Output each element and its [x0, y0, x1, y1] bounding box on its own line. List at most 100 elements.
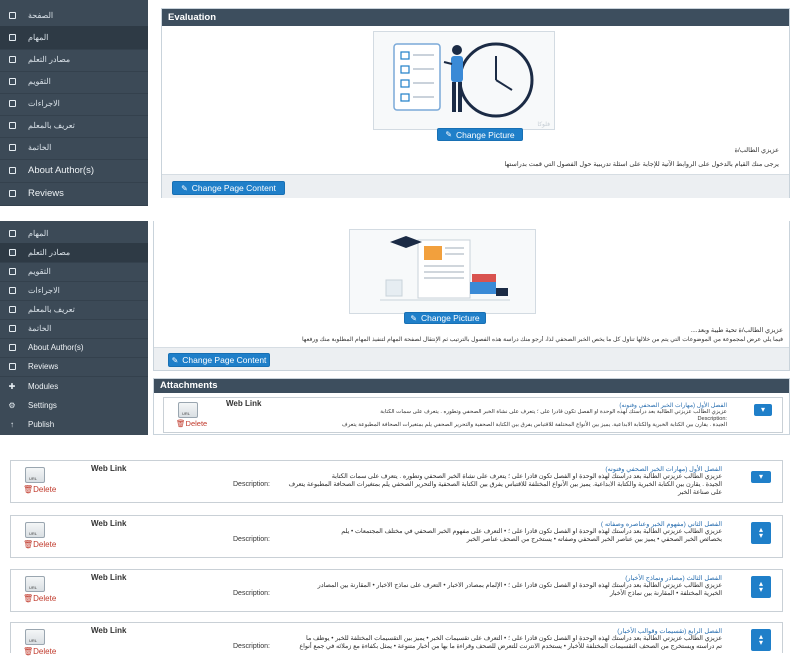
- attachment-link[interactable]: الفصل الثالث (مصادر ونماذج الأخبار): [625, 574, 722, 582]
- arrow-down-icon: ▾: [758, 585, 763, 594]
- pencil-icon: ✎: [171, 355, 179, 365]
- paragraph-text: فيما يلي عرض لمجموعة من الموضوعات التي ي…: [301, 337, 783, 343]
- trash-icon: 🗑: [176, 419, 186, 428]
- description-label: Description:: [233, 536, 270, 543]
- instruction-text: يرجى منك القيام بالدخول على الروابط الآت…: [504, 161, 779, 168]
- change-page-content-button[interactable]: ✎ Change Page Content: [172, 181, 285, 195]
- doc-icon: [8, 12, 16, 19]
- sidebar-item-label: Modules: [28, 381, 59, 391]
- attachment-title: Web Link: [91, 573, 127, 582]
- url-thumbnail-icon: URL: [25, 522, 45, 538]
- move-buttons[interactable]: ▴ ▾: [751, 576, 771, 598]
- attachment-row: URL 🗑Delete Web Link الفصل الرابع (تقسيم…: [10, 622, 783, 656]
- svg-text:فلوكا: فلوكا: [537, 121, 550, 128]
- sidebar-item-label: الاجراءات: [28, 286, 60, 295]
- pencil-icon: ✎: [410, 313, 418, 323]
- change-picture-button[interactable]: ✎ Change Picture: [404, 312, 486, 324]
- url-thumbnail-icon: URL: [178, 402, 198, 418]
- description-label: Description:: [233, 590, 270, 597]
- sidebar-item-evaluation[interactable]: التقويم: [0, 70, 148, 94]
- sidebar-item-publish[interactable]: ↑ Publish: [0, 414, 148, 434]
- delete-button[interactable]: 🗑Delete: [23, 594, 56, 603]
- panel-footer: ✎ Change Page Content: [162, 174, 789, 198]
- sidebar-item-evaluation[interactable]: التقويم: [0, 262, 148, 282]
- sidebar-item-label: تعريف بالمعلم: [28, 121, 75, 130]
- sidebar-item-teacher[interactable]: تعريف بالمعلم: [0, 300, 148, 320]
- content-image: [349, 229, 536, 314]
- doc-icon: [8, 78, 16, 85]
- evaluation-panel: Evaluation فلوكا ✎ Change Picture عزيزي ا…: [161, 8, 790, 198]
- sidebar-item-label: المهام: [28, 33, 49, 42]
- checklist-illustration: فلوكا: [374, 32, 554, 129]
- trash-icon: 🗑: [23, 647, 34, 656]
- sidebar-item-conclusion[interactable]: الخاتمة: [0, 319, 148, 339]
- attachment-link[interactable]: الفصل الرابع (تقسيمات وقوالب الأخبار): [617, 627, 722, 635]
- arrow-up-icon: ↑: [10, 419, 14, 429]
- change-picture-button[interactable]: ✎ Change Picture: [437, 128, 523, 141]
- doc-icon: [8, 268, 16, 275]
- sidebar-item-label: Reviews: [28, 362, 59, 371]
- attachments-title: Attachments: [154, 379, 789, 393]
- attachments-panel: Attachments URL 🗑Delete Web Link الفصل ا…: [153, 378, 790, 435]
- sidebar-1: الصفحة المهام مصادر التعلم التقويم الاجر…: [0, 0, 148, 206]
- sidebar-item-tasks[interactable]: المهام: [0, 26, 148, 50]
- move-down-button[interactable]: ▾: [751, 471, 771, 483]
- attachment-link[interactable]: الفصل الثاني (مفهوم الخبر وعناصره وصفاته…: [601, 520, 722, 528]
- panel-title: Evaluation: [162, 9, 789, 26]
- gear-icon: ⚙: [8, 400, 16, 410]
- sidebar-item-about-authors[interactable]: About Author(s): [0, 338, 148, 358]
- sidebar-item-reviews[interactable]: Reviews: [0, 357, 148, 377]
- move-down-button[interactable]: ▾: [754, 404, 772, 416]
- sidebar-item-label: التقويم: [28, 267, 51, 276]
- attachment-description: عزيزي الطالب عزيزتي الطالبة بعد دراستك ل…: [341, 409, 727, 428]
- attachment-title: Web Link: [91, 464, 127, 473]
- sidebar-item-home[interactable]: الصفحة: [0, 4, 148, 28]
- delete-button[interactable]: 🗑Delete: [23, 647, 56, 656]
- arrow-down-icon: ▾: [758, 472, 763, 481]
- evaluation-image: فلوكا: [373, 31, 555, 130]
- sidebar-item-label: Publish: [28, 419, 55, 429]
- sidebar-item-resources[interactable]: مصادر التعلم: [0, 243, 148, 263]
- move-buttons[interactable]: ▴ ▾: [751, 522, 771, 544]
- doc-icon: [8, 100, 16, 107]
- change-page-content-button[interactable]: ✎ Change Page Content: [168, 353, 270, 367]
- sidebar-2: المهام مصادر التعلم التقويم الاجراءات تع…: [0, 221, 148, 435]
- attachment-link[interactable]: الفصل الأول (مهارات الخبر الصحفي وفنونه): [619, 402, 727, 409]
- doc-icon: [8, 306, 16, 313]
- sidebar-item-resources[interactable]: مصادر التعلم: [0, 48, 148, 72]
- sidebar-item-teacher[interactable]: تعريف بالمعلم: [0, 114, 148, 138]
- attachment-link[interactable]: الفصل الأول (مهارات الخبر الصحفي وفنونه): [605, 465, 722, 473]
- arrow-down-icon: ▾: [758, 531, 763, 540]
- doc-icon: [8, 363, 16, 370]
- plus-icon: ✚: [8, 381, 16, 391]
- sidebar-item-procedures[interactable]: الاجراءات: [0, 281, 148, 301]
- sidebar-item-tasks[interactable]: المهام: [0, 224, 148, 244]
- sidebar-item-settings[interactable]: ⚙ Settings: [0, 395, 148, 415]
- sidebar-item-procedures[interactable]: الاجراءات: [0, 92, 148, 116]
- sidebar-item-label: About Author(s): [28, 343, 84, 352]
- sidebar-item-modules[interactable]: ✚ Modules: [0, 376, 148, 396]
- url-thumbnail-icon: URL: [25, 576, 45, 592]
- doc-icon: [8, 122, 16, 129]
- trash-icon: 🗑: [23, 540, 34, 549]
- move-buttons[interactable]: ▴ ▾: [751, 629, 771, 651]
- attachment-row: URL 🗑Delete Web Link الفصل الأول (مهارات…: [10, 460, 783, 503]
- attachment-title: Web Link: [91, 519, 127, 528]
- sidebar-item-reviews[interactable]: Reviews: [0, 182, 148, 206]
- delete-button[interactable]: 🗑Delete: [176, 419, 207, 428]
- sidebar-item-label: تعريف بالمعلم: [28, 305, 75, 314]
- attachment-description: عزيزي الطالب عزيزتي الطالبة بعد دراستك ل…: [288, 473, 722, 496]
- attachment-title: Web Link: [226, 399, 262, 408]
- delete-button[interactable]: 🗑Delete: [23, 540, 56, 549]
- attachment-description: عزيزي الطالب عزيزتي الطالبة بعد دراستك ل…: [341, 528, 722, 543]
- delete-button[interactable]: 🗑Delete: [23, 485, 56, 494]
- doc-icon: [8, 325, 16, 332]
- url-thumbnail-icon: URL: [25, 467, 45, 483]
- sidebar-item-conclusion[interactable]: الخاتمة: [0, 136, 148, 160]
- arrow-down-icon: ▾: [760, 405, 765, 414]
- sidebar-item-about-authors[interactable]: About Author(s): [0, 159, 148, 183]
- trash-icon: 🗑: [23, 594, 34, 603]
- doc-icon: [8, 144, 16, 151]
- pencil-icon: ✎: [445, 130, 453, 139]
- attachment-description: عزيزي الطالب عزيزتي الطالبة بعد دراستك ل…: [299, 635, 722, 650]
